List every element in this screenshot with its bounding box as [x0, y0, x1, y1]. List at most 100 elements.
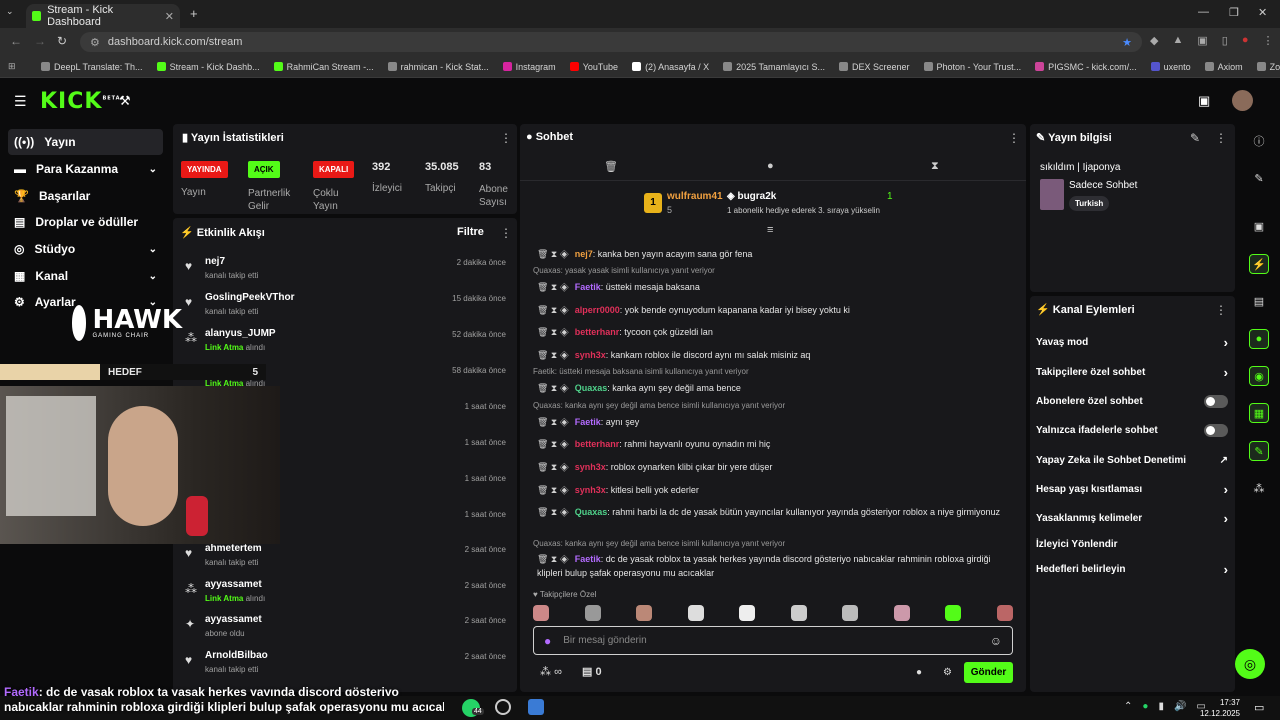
- channel-action-item[interactable]: Hedefleri belirleyin ›: [1036, 558, 1228, 580]
- emote[interactable]: [996, 605, 1013, 621]
- clock[interactable]: 17:37 12.12.2025: [1196, 697, 1240, 719]
- sidepanel-icon[interactable]: ▯: [1222, 34, 1228, 47]
- stats-menu-icon[interactable]: ⋮: [500, 131, 512, 145]
- emote[interactable]: [584, 605, 601, 621]
- filter-button[interactable]: Filtre: [457, 226, 484, 238]
- info-icon[interactable]: ⓘ: [1249, 131, 1269, 151]
- bookmark[interactable]: Zonguldak İngilizce...: [1250, 62, 1280, 72]
- nav-item-droplar[interactable]: ▤ Droplar ve ödüller: [8, 209, 163, 235]
- chat-username[interactable]: nej7: [575, 249, 593, 259]
- nav-item-kanal[interactable]: ▦ Kanal ⌄: [8, 263, 163, 289]
- close-window-icon[interactable]: ✕: [1258, 6, 1267, 19]
- channel-actions-menu-icon[interactable]: ⋮: [1215, 303, 1227, 317]
- gifter-name-2[interactable]: ◈ bugra2k: [727, 191, 776, 202]
- bookmark[interactable]: Stream - Kick Dashb...: [150, 62, 267, 72]
- chat-username[interactable]: synh3x: [575, 350, 606, 360]
- send-button[interactable]: Gönder: [964, 662, 1013, 683]
- collapse-icon[interactable]: ≡: [767, 224, 773, 236]
- chat-bubble-tab-icon[interactable]: ●: [767, 160, 774, 172]
- chat-menu-icon[interactable]: ⋮: [1008, 131, 1020, 145]
- chat-username[interactable]: Quaxas: [575, 383, 608, 393]
- taskbar-app-icon[interactable]: [528, 699, 544, 715]
- browser-tab[interactable]: Stream - Kick Dashboard ✕: [26, 4, 180, 28]
- minimize-icon[interactable]: —: [1198, 6, 1209, 18]
- nav-item-para-kazanma[interactable]: ▬ Para Kazanma ⌄: [8, 156, 163, 182]
- chat-settings-icon[interactable]: ⚙: [943, 667, 952, 678]
- restore-icon[interactable]: ❐: [1229, 6, 1239, 19]
- bookmark[interactable]: (2) Anasayfa / X: [625, 62, 716, 72]
- nav-item-yayin[interactable]: ((•)) Yayın: [8, 129, 163, 155]
- broadcast-icon[interactable]: ◉: [1249, 366, 1269, 386]
- speaker-icon[interactable]: 🔊: [1174, 701, 1186, 712]
- emote[interactable]: [636, 605, 653, 621]
- bookmark[interactable]: 2025 Tamamlayıcı S...: [716, 62, 832, 72]
- chat-username[interactable]: synh3x: [575, 462, 606, 472]
- bookmark-star-icon[interactable]: ★: [1122, 36, 1132, 49]
- channel-action-item[interactable]: İzleyici Yönlendir: [1036, 533, 1228, 555]
- chat-username[interactable]: betterhanr: [575, 327, 620, 337]
- url-field[interactable]: ⚙ dashboard.kick.com/stream ★: [80, 32, 1142, 52]
- chat-icon[interactable]: ●: [1249, 329, 1269, 349]
- emote[interactable]: [790, 605, 807, 621]
- moderation-icons[interactable]: 🗑 ⧗ ◈: [537, 305, 569, 315]
- channel-action-item[interactable]: Hesap yaşı kısıtlaması ›: [1036, 478, 1228, 500]
- stream-info-menu-icon[interactable]: ⋮: [1215, 131, 1227, 145]
- microphone-icon[interactable]: ●: [544, 634, 551, 648]
- bookmark[interactable]: DeepL Translate: Th...: [34, 62, 150, 72]
- toggle-switch[interactable]: [1204, 394, 1228, 408]
- bookmark[interactable]: uxento: [1144, 62, 1198, 72]
- chevron-up-icon[interactable]: ⌃: [1124, 701, 1132, 712]
- moderation-icons[interactable]: 🗑 ⧗ ◈: [537, 383, 569, 393]
- edit-icon[interactable]: ✎: [1190, 131, 1200, 145]
- chat-bubble-button-icon[interactable]: ●: [916, 667, 922, 678]
- channel-action-item[interactable]: Yavaş mod ›: [1036, 331, 1228, 353]
- bookmark[interactable]: YouTube: [563, 62, 625, 72]
- moderation-icons[interactable]: 🗑 ⧗ ◈: [537, 554, 569, 564]
- moderation-icons[interactable]: 🗑 ⧗ ◈: [537, 417, 569, 427]
- hamburger-menu-icon[interactable]: ☰: [14, 93, 27, 110]
- channel-points[interactable]: ⁂ ∞: [540, 665, 562, 678]
- chat-username[interactable]: Faetik: [575, 417, 601, 427]
- moderation-icons[interactable]: 🗑 ⧗ ◈: [537, 485, 569, 495]
- moderation-icons[interactable]: 🗑 ⧗ ◈: [537, 507, 569, 517]
- notification-icon[interactable]: ▭: [1254, 701, 1264, 714]
- bookmark[interactable]: Instagram: [496, 62, 563, 72]
- pencil-icon[interactable]: ✎: [1249, 168, 1269, 188]
- back-icon[interactable]: ←: [10, 34, 22, 48]
- apps-icon[interactable]: ⊞: [8, 61, 16, 72]
- activity-menu-icon[interactable]: ⋮: [500, 226, 512, 240]
- screen-capture-icon[interactable]: ▣: [1249, 216, 1269, 236]
- channel-action-item[interactable]: Yasaklanmış kelimeler ›: [1036, 507, 1228, 529]
- channel-action-item[interactable]: Abonelere özel sohbet: [1036, 390, 1228, 412]
- bookmark[interactable]: DEX Screener: [832, 62, 917, 72]
- puzzle-icon[interactable]: ▣: [1197, 34, 1207, 47]
- bookmark[interactable]: rahmican - Kick Stat...: [381, 62, 496, 72]
- bookmark[interactable]: PIGSMC - kick.com/...: [1028, 62, 1144, 72]
- bookmark[interactable]: Axiom: [1198, 62, 1250, 72]
- wrench-icon[interactable]: ✎: [1249, 441, 1269, 461]
- taskbar-app-icon[interactable]: [495, 699, 511, 715]
- bookmark[interactable]: Photon - Your Trust...: [917, 62, 1029, 72]
- nav-item-studyo[interactable]: ◎ Stüdyo ⌄: [8, 236, 163, 262]
- forward-icon[interactable]: →: [34, 34, 46, 48]
- document-icon[interactable]: ▤: [1249, 291, 1269, 311]
- moderation-icons[interactable]: 🗑 ⧗ ◈: [537, 462, 569, 472]
- menu-icon[interactable]: ⋮: [1262, 34, 1273, 47]
- moderation-icons[interactable]: 🗑 ⧗ ◈: [537, 249, 569, 259]
- moderation-icons[interactable]: 🗑 ⧗ ◈: [537, 327, 569, 337]
- chat-input[interactable]: ● Bir mesaj gönderin ☺: [533, 626, 1013, 655]
- nav-item-basarilar[interactable]: 🏆 Başarılar: [8, 183, 163, 209]
- screen-icon[interactable]: ▣: [1198, 93, 1210, 109]
- site-info-icon[interactable]: ⚙: [90, 36, 100, 49]
- moderation-icons[interactable]: 🗑 ⧗ ◈: [537, 439, 569, 449]
- chat-username[interactable]: alperr0000: [575, 305, 620, 315]
- reload-icon[interactable]: ↻: [57, 34, 67, 48]
- chat-username[interactable]: Faetik: [575, 554, 601, 564]
- tab-list-icon[interactable]: ⌄: [6, 6, 14, 17]
- hammer-icon[interactable]: ⚒: [119, 93, 131, 109]
- moderation-icons[interactable]: 🗑 ⧗ ◈: [537, 282, 569, 292]
- extension-icon[interactable]: ▲: [1172, 34, 1183, 47]
- moderation-icons[interactable]: 🗑 ⧗ ◈: [537, 350, 569, 360]
- emote[interactable]: [533, 605, 549, 621]
- channel-action-item[interactable]: Yalnızca ifadelerle sohbet: [1036, 419, 1228, 441]
